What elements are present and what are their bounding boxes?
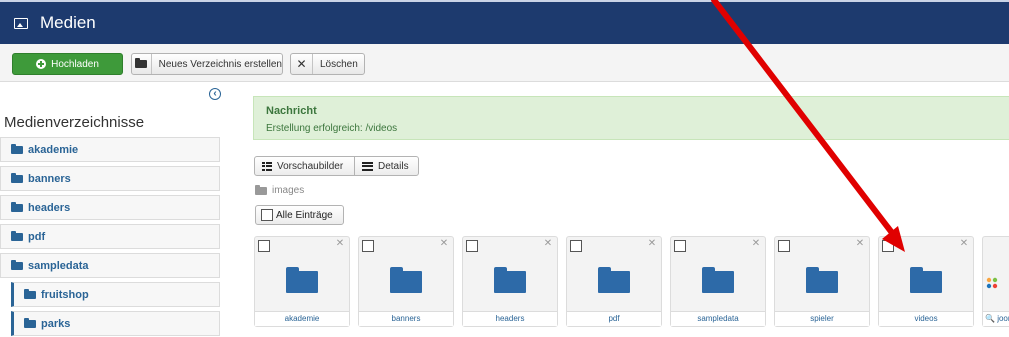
image-name[interactable]: 🔍 joom — [983, 311, 1009, 326]
folder-name[interactable]: akademie — [255, 311, 349, 326]
folder-icon — [11, 259, 23, 270]
thumbnail-checkbox[interactable] — [570, 240, 582, 252]
sidebar-item-sampledata[interactable]: sampledata — [0, 253, 220, 278]
delete-icon[interactable]: ✕ — [851, 237, 869, 251]
thumbnail-view-label: Vorschaubilder — [277, 160, 344, 172]
folder-icon — [910, 267, 942, 293]
sidebar-item-akademie[interactable]: akademie — [0, 137, 220, 162]
image-thumbnail[interactable]: 🔍 joom — [982, 236, 1009, 327]
sidebar-item-label: fruitshop — [41, 288, 89, 301]
folder-name[interactable]: spieler — [775, 311, 869, 326]
select-all-label: Alle Einträge — [276, 209, 333, 221]
folder-icon — [494, 267, 526, 293]
close-icon: ✕ — [291, 54, 313, 74]
folder-thumbnail[interactable]: ✕ spieler — [774, 236, 870, 327]
delete-button[interactable]: ✕ Löschen — [290, 53, 365, 75]
delete-icon[interactable]: ✕ — [331, 237, 349, 251]
new-directory-button[interactable]: Neues Verzeichnis erstellen — [131, 53, 283, 75]
folder-thumbnail[interactable]: ✕ sampledata — [670, 236, 766, 327]
sidebar-item-headers[interactable]: headers — [0, 195, 220, 220]
folder-icon — [11, 201, 23, 212]
thumbnail-checkbox[interactable] — [258, 240, 270, 252]
message-text: Erstellung erfolgreich: /videos — [266, 123, 398, 134]
folder-name[interactable]: headers — [463, 311, 557, 326]
folder-icon — [135, 58, 148, 68]
sidebar-title: Medienverzeichnisse — [4, 114, 145, 131]
sidebar-item-label: parks — [41, 317, 71, 330]
plus-circle-icon — [36, 59, 47, 69]
folder-name[interactable]: banners — [359, 311, 453, 326]
delete-icon[interactable]: ✕ — [435, 237, 453, 251]
delete-icon[interactable]: ✕ — [955, 237, 973, 251]
sidebar-item-label: sampledata — [28, 259, 89, 272]
folder-icon — [702, 267, 734, 293]
folder-name[interactable]: sampledata — [671, 311, 765, 326]
page-title: Medien — [40, 13, 96, 32]
thumbnail-checkbox[interactable] — [466, 240, 478, 252]
sidebar-item-label: banners — [28, 172, 71, 185]
delete-button-label: Löschen — [320, 58, 358, 70]
folder-thumbnail[interactable]: ✕ akademie — [254, 236, 350, 327]
toolbar: Hochladen Neues Verzeichnis erstellen ✕ … — [0, 44, 1009, 82]
delete-icon[interactable]: ✕ — [747, 237, 765, 251]
new-directory-button-label: Neues Verzeichnis erstellen — [158, 58, 282, 70]
image-icon — [14, 17, 28, 29]
folder-icon — [24, 288, 36, 299]
folder-icon — [390, 267, 422, 293]
sidebar-item-fruitshop[interactable]: fruitshop — [11, 282, 220, 307]
sidebar-item-label: pdf — [28, 230, 46, 243]
message-title: Nachricht — [266, 105, 317, 117]
upload-button-label: Hochladen — [51, 58, 99, 70]
folder-thumbnail[interactable]: ✕ headers — [462, 236, 558, 327]
thumbnail-checkbox[interactable] — [882, 240, 894, 252]
joomla-logo-icon — [986, 277, 998, 289]
grid-icon — [262, 161, 272, 171]
sidebar-item-banners[interactable]: banners — [0, 166, 220, 191]
folder-thumbnail[interactable]: ✕ banners — [358, 236, 454, 327]
sidebar-item-parks[interactable]: parks — [11, 311, 220, 336]
folder-thumbnail[interactable]: ✕ pdf — [566, 236, 662, 327]
folder-icon — [806, 267, 838, 293]
select-all-button[interactable]: Alle Einträge — [255, 205, 344, 225]
breadcrumb-label[interactable]: images — [272, 185, 304, 196]
thumbnail-checkbox[interactable] — [362, 240, 374, 252]
folder-icon — [598, 267, 630, 293]
delete-icon[interactable]: ✕ — [643, 237, 661, 251]
details-view-label: Details — [378, 160, 409, 172]
thumbnail-checkbox[interactable] — [674, 240, 686, 252]
folder-icon — [286, 267, 318, 293]
folder-icon — [11, 230, 23, 241]
folder-thumbnail[interactable]: ✕ videos — [878, 236, 974, 327]
thumbnail-checkbox[interactable] — [778, 240, 790, 252]
thumbnail-view-button[interactable]: Vorschaubilder — [254, 156, 355, 176]
collapse-sidebar-icon[interactable]: ‹ — [209, 88, 221, 100]
folder-name[interactable]: videos — [879, 311, 973, 326]
sidebar-item-label: akademie — [28, 143, 79, 156]
delete-icon[interactable]: ✕ — [539, 237, 557, 251]
sidebar-item-pdf[interactable]: pdf — [0, 224, 220, 249]
folder-icon — [11, 172, 23, 183]
breadcrumb: images — [255, 184, 304, 196]
media-manager: Medien Hochladen Neues Verzeichnis erste… — [0, 0, 1009, 337]
image-name-label: joom — [997, 314, 1009, 323]
folder-name[interactable]: pdf — [567, 311, 661, 326]
sidebar-item-label: headers — [28, 201, 71, 214]
folder-icon — [24, 317, 36, 328]
folder-icon — [255, 184, 267, 195]
list-icon — [362, 161, 373, 171]
folder-icon — [11, 143, 23, 154]
select-all-checkbox[interactable] — [261, 209, 273, 221]
header-bar: Medien — [0, 0, 1009, 44]
upload-button[interactable]: Hochladen — [12, 53, 123, 75]
details-view-button[interactable]: Details — [354, 156, 419, 176]
success-message: Nachricht Erstellung erfolgreich: /video… — [253, 96, 1009, 140]
magnifier-icon: 🔍 — [985, 314, 995, 323]
